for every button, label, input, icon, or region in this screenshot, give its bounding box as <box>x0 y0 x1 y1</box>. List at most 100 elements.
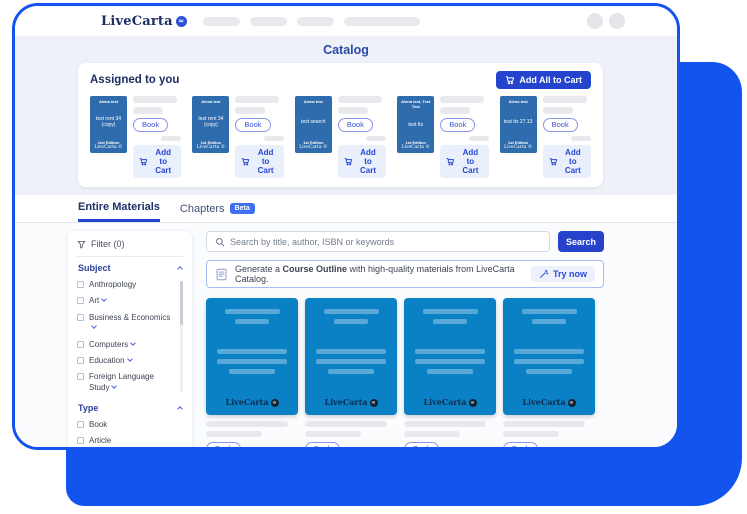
chevron-down-icon[interactable] <box>127 356 133 362</box>
assigned-items-row: Alena test test rent 34 (copy) 2nd Editi… <box>90 96 591 178</box>
chevron-down-icon[interactable] <box>101 297 107 303</box>
book-type-badge: Book <box>440 118 475 132</box>
subject-section-header[interactable]: Subject <box>78 263 182 273</box>
add-to-cart-button[interactable]: Add to Cart <box>543 145 591 178</box>
text-placeholder <box>543 96 587 103</box>
book-cover[interactable]: LiveCarta≈ <box>206 298 298 415</box>
add-to-cart-label: Add to Cart <box>561 148 585 175</box>
cart-icon <box>505 75 515 85</box>
add-to-cart-label: Add to Cart <box>253 148 277 175</box>
text-placeholder <box>338 107 368 114</box>
text-placeholder <box>206 421 288 427</box>
subject-filter-option[interactable]: Art <box>77 296 176 306</box>
cover-text-placeholder <box>423 309 478 314</box>
type-filter-option[interactable]: Article <box>77 436 183 446</box>
text-placeholder <box>366 136 386 141</box>
tab-entire-materials[interactable]: Entire Materials <box>78 201 160 222</box>
checkbox[interactable] <box>77 437 84 444</box>
filter-icon <box>77 240 86 249</box>
cover-text-placeholder <box>225 309 280 314</box>
cover-brand: LiveCarta © <box>299 145 327 150</box>
scrollbar[interactable] <box>180 281 183 393</box>
livecarta-mark-icon: ≈ <box>469 399 477 407</box>
subject-filter-option[interactable]: Education <box>77 356 176 366</box>
catalog-main-panel: Search Generate a Course Outline with hi… <box>206 231 604 447</box>
add-to-cart-button[interactable]: Add to Cart <box>133 145 181 178</box>
try-now-button[interactable]: Try now <box>531 266 595 282</box>
page: LiveCarta ≈ Catalog Assigned to you <box>0 0 747 514</box>
subject-filter-option[interactable]: Foreign Language Study <box>77 372 176 393</box>
filter-option-label: Anthropology <box>89 280 136 290</box>
chevron-down-icon[interactable] <box>130 340 136 346</box>
book-type-badge: Book <box>338 118 373 132</box>
course-outline-banner: Generate a Course Outline with high-qual… <box>206 260 604 288</box>
banner-text: Generate a Course Outline with high-qual… <box>235 264 524 284</box>
checkbox[interactable] <box>77 314 84 321</box>
book-cover[interactable]: LiveCarta≈ <box>404 298 496 415</box>
text-placeholder <box>440 107 470 114</box>
chevron-down-icon[interactable] <box>91 323 97 329</box>
text-placeholder <box>133 107 163 114</box>
type-section-header[interactable]: Type <box>78 403 182 413</box>
subject-filter-option[interactable]: Anthropology <box>77 280 176 290</box>
text-placeholder <box>404 431 460 437</box>
book-cover-thumbnail[interactable]: Alena test test rent 34 (copy) 1st Editi… <box>192 96 229 153</box>
filter-toggle[interactable]: Filter (0) <box>77 239 183 257</box>
filter-option-label: Computers <box>89 340 135 350</box>
book-cover-thumbnail[interactable]: Alena test test search 1st Edition LiveC… <box>295 96 332 153</box>
checkbox[interactable] <box>77 297 84 304</box>
cover-brand: LiveCarta © <box>94 145 122 150</box>
subject-filter-option[interactable]: Computers <box>77 340 176 350</box>
outline-document-icon <box>215 268 228 281</box>
book-cover-thumbnail[interactable]: Alena test test rent 34 (copy) 2nd Editi… <box>90 96 127 153</box>
book-type-badge: Book <box>133 118 168 132</box>
checkbox[interactable] <box>77 357 84 364</box>
text-placeholder <box>235 96 279 103</box>
text-placeholder <box>543 107 573 114</box>
checkbox[interactable] <box>77 281 84 288</box>
book-cover-thumbnail[interactable]: Alena test test tts 27.13 1st Edition Li… <box>500 96 537 153</box>
chevron-down-icon[interactable] <box>112 383 118 389</box>
book-cover-thumbnail[interactable]: Alena test, Test Test test tts 1st Editi… <box>397 96 434 153</box>
beta-badge: Beta <box>230 203 255 214</box>
content-area: Filter (0) Subject Anthropology Art <box>15 223 677 447</box>
type-filter-list: Book Article Bundle Course outline <box>77 420 183 447</box>
type-filter-option[interactable]: Book <box>77 420 183 430</box>
logo-text: LiveCarta <box>101 14 173 29</box>
tab-chapters[interactable]: Chapters Beta <box>180 201 255 222</box>
nav-placeholder-group <box>203 17 420 26</box>
cover-text-placeholder <box>514 349 584 354</box>
scrollbar-thumb[interactable] <box>180 281 183 325</box>
livecarta-mark-icon: ≈ <box>568 399 576 407</box>
book-cover[interactable]: LiveCarta≈ <box>305 298 397 415</box>
book-card: LiveCarta≈ Book <box>206 298 298 447</box>
search-button[interactable]: Search <box>558 231 604 252</box>
add-to-cart-button[interactable]: Add to Cart <box>440 145 488 178</box>
cover-text-placeholder <box>415 359 485 364</box>
add-to-cart-button[interactable]: Add to Cart <box>338 145 386 178</box>
text-placeholder <box>503 421 585 427</box>
assigned-title: Assigned to you <box>90 74 179 86</box>
text-placeholder <box>571 136 591 141</box>
cover-brand: LiveCarta © <box>402 145 430 150</box>
window-controls <box>587 13 625 29</box>
search-input[interactable] <box>230 237 541 247</box>
add-to-cart-button[interactable]: Add to Cart <box>235 145 283 178</box>
text-placeholder <box>338 96 382 103</box>
chevron-up-icon <box>177 266 183 272</box>
cover-brand: LiveCarta≈ <box>404 397 496 407</box>
text-placeholder <box>264 136 284 141</box>
window-control-dot <box>587 13 603 29</box>
assigned-item: Alena test test search 1st Edition LiveC… <box>295 96 386 178</box>
subject-filter-option[interactable]: Business & Economics <box>77 313 176 334</box>
cover-text-placeholder <box>334 319 368 324</box>
book-cover[interactable]: LiveCarta≈ <box>503 298 595 415</box>
assigned-item: Alena test test rent 34 (copy) 1st Editi… <box>192 96 283 178</box>
livecarta-mark-icon: ≈ <box>176 16 187 27</box>
app-header: LiveCarta ≈ <box>15 6 677 36</box>
checkbox[interactable] <box>77 341 84 348</box>
checkbox[interactable] <box>77 373 84 380</box>
add-all-to-cart-button[interactable]: Add All to Cart <box>496 71 591 89</box>
assigned-to-you-card: Assigned to you Add All to Cart Alena te… <box>78 63 603 187</box>
checkbox[interactable] <box>77 421 84 428</box>
